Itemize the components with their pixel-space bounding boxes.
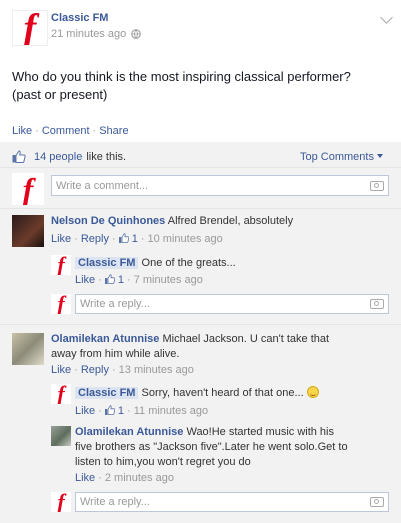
reply-avatar[interactable]: f (51, 384, 71, 404)
reply-compose-avatar: f (51, 492, 71, 512)
post-text-line: Who do you think is the most inspiring c… (12, 69, 351, 84)
likes-number: 1 (131, 233, 138, 245)
reply-body: Olamilekan Atunnise Wao!He started music… (75, 425, 395, 470)
separator: · (74, 233, 78, 245)
avatar[interactable] (12, 215, 44, 247)
comment-time[interactable]: 13 minutes ago (119, 364, 194, 376)
reply-avatar[interactable]: f (51, 255, 71, 275)
reply-input[interactable]: Write a reply... (75, 492, 389, 512)
divider (0, 167, 401, 168)
reply-time[interactable]: 7 minutes ago (134, 274, 203, 286)
like-link[interactable]: Like (12, 125, 32, 137)
comment-text: away from him while alive. (51, 348, 180, 360)
divider (0, 208, 401, 209)
reply-author[interactable]: Classic FM (75, 257, 139, 269)
comment-author[interactable]: Nelson De Quinhones (51, 215, 165, 227)
thumbs-up-icon (12, 150, 26, 163)
comment-placeholder: Write a comment... (56, 179, 149, 192)
reply-author[interactable]: Classic FM (75, 387, 139, 399)
post-page-name[interactable]: Classic FM (51, 12, 108, 24)
reply-text: Sorry, haven't heard of that one... (141, 387, 304, 399)
comment-time[interactable]: 10 minutes ago (148, 233, 223, 245)
reply-like-link[interactable]: Like (75, 472, 95, 484)
reply-placeholder: Write a reply... (80, 298, 150, 310)
post-text: Who do you think is the most inspiring c… (12, 68, 397, 104)
reply-meta: Like · 1 · 11 minutes ago (75, 404, 208, 419)
reply-time[interactable]: 2 minutes ago (105, 472, 174, 484)
divider (0, 324, 401, 325)
thumbs-up-icon (104, 405, 115, 415)
reply-input[interactable]: Write a reply... (75, 294, 389, 314)
reply-time[interactable]: 11 minutes ago (134, 405, 208, 417)
comment-body: Olamilekan Atunnise Michael Jackson. U c… (51, 332, 329, 362)
reply-like-link[interactable]: Like (75, 274, 95, 286)
reply-like-link[interactable]: Like (75, 405, 95, 417)
reply-likes-count[interactable]: 1 (104, 405, 124, 417)
likes-suffix: like this. (86, 150, 127, 163)
comment-meta: Like · Reply · 13 minutes ago (51, 363, 194, 378)
commenter-avatar: f (12, 173, 44, 205)
reply-author[interactable]: Olamilekan Atunnise (75, 426, 183, 438)
chevron-down-icon[interactable] (380, 11, 393, 24)
top-comments-label: Top Comments (300, 151, 374, 163)
post-text-line: (past or present) (12, 87, 108, 102)
globe-icon[interactable] (131, 29, 142, 39)
separator: · (98, 472, 102, 484)
reply-likes-count[interactable]: 1 (104, 274, 124, 286)
comment-link[interactable]: Comment (42, 125, 90, 137)
separator: · (111, 364, 116, 376)
avatar[interactable] (12, 333, 44, 365)
classic-fm-page-logo[interactable]: f (12, 10, 48, 46)
separator: · (140, 233, 145, 245)
separator: · (92, 125, 97, 137)
reply-body: Classic FM Sorry, haven't heard of that … (75, 386, 319, 401)
comment-reply-link[interactable]: Reply (81, 364, 109, 376)
separator: · (111, 233, 116, 245)
reply-text: listen to him,you won't regret you do (75, 456, 251, 468)
likes-count-link[interactable]: 14 people (34, 151, 82, 163)
reply-compose-avatar: f (51, 294, 71, 314)
reply-avatar[interactable] (51, 426, 71, 446)
comment-meta: Like · Reply · 1 · 10 minutes ago (51, 232, 223, 247)
separator: · (74, 364, 78, 376)
separator: · (35, 125, 39, 137)
comment-like-link[interactable]: Like (51, 364, 71, 376)
reply-placeholder: Write a reply... (80, 496, 150, 508)
camera-icon[interactable] (370, 180, 384, 191)
comment-author[interactable]: Olamilekan Atunnise (51, 333, 159, 345)
separator: · (98, 405, 102, 417)
reply-meta: Like · 1 · 7 minutes ago (75, 273, 203, 288)
caret-down-icon (376, 154, 383, 158)
comment-reply-link[interactable]: Reply (81, 233, 109, 245)
post-timestamp[interactable]: 21 minutes ago (51, 28, 126, 40)
camera-icon[interactable] (370, 497, 384, 507)
thumbs-up-icon (104, 274, 115, 284)
comment-input[interactable]: Write a comment... (51, 175, 389, 196)
comment-like-link[interactable]: Like (51, 233, 71, 245)
post-meta: 21 minutes ago (51, 28, 142, 40)
comment-text: Alfred Brendel, absolutely (167, 215, 294, 227)
separator: · (127, 274, 131, 286)
separator: · (98, 274, 102, 286)
reply-meta: Like · 2 minutes ago (75, 471, 174, 486)
reply-text: five brothers as "Jackson five".Later he… (75, 441, 348, 453)
post-actions: Like · Comment · Share (12, 125, 129, 137)
separator: · (127, 405, 131, 417)
smiley-emoji-icon (306, 386, 319, 398)
likes-row: 14 people like this. (12, 150, 126, 163)
camera-icon[interactable] (370, 299, 384, 309)
reply-text: Wao!He started music with his (186, 426, 334, 438)
share-link[interactable]: Share (99, 125, 128, 137)
comment-body: Nelson De Quinhones Alfred Brendel, abso… (51, 214, 293, 229)
thumbs-up-icon (118, 233, 129, 243)
top-comments-dropdown[interactable]: Top Comments (300, 151, 383, 163)
reply-text: One of the greats... (141, 257, 236, 269)
comment-text: Michael Jackson. U can't take that (162, 333, 330, 345)
reply-body: Classic FM One of the greats... (75, 256, 236, 271)
comment-likes-count[interactable]: 1 (118, 233, 138, 245)
